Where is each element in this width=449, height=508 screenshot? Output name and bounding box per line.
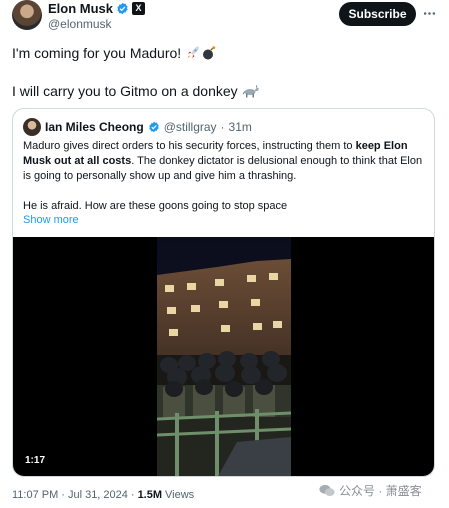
tweet-meta-footer: 11:07 PM · Jul 31, 2024 · 1.5M Views [12,489,194,501]
views-count: 1.5M [137,489,163,501]
more-options-icon[interactable] [422,6,437,21]
quoted-tweet-header: Ian Miles Cheong @stillgray · 31m [23,118,252,136]
tweet-text-line-2: I will carry you to Gitmo on a donkey [12,82,437,100]
watermark: 公众号 · 萧盛客 [319,482,422,499]
subscribe-button[interactable]: Subscribe [339,2,416,26]
views-label: Views [165,489,195,501]
quoted-author-handle[interactable]: @stillgray [164,120,217,134]
tweet-date[interactable]: Jul 31, 2024 [68,489,128,501]
tweet-header: Elon Musk X @elonmusk Subscribe [12,0,437,36]
verified-badge-icon [148,121,159,133]
video-duration: 1:17 [21,454,50,467]
quoted-text-part-1: Maduro gives direct orders to his securi… [23,140,356,152]
video-frame [157,237,291,476]
meta-separator: · [61,489,65,501]
tweet-time[interactable]: 11:07 PM [12,489,58,501]
watermark-text: 公众号 · 萧盛客 [339,484,422,498]
author-name[interactable]: Elon Musk [48,1,113,16]
tweet-text-2: I will carry you to Gitmo on a donkey [12,83,242,99]
rocket-emoji [187,46,200,59]
quoted-timestamp[interactable]: 31m [229,120,252,134]
quoted-author-avatar[interactable] [23,118,41,136]
quoted-separator: · [220,120,225,134]
donkey-emoji [242,84,259,98]
author-handle[interactable]: @elonmusk [48,17,112,31]
show-more-link[interactable]: Show more [23,214,79,226]
quoted-tweet-body: Maduro gives direct orders to his securi… [23,139,425,214]
quoted-paragraph-2: He is afraid. How are these goons going … [23,200,288,212]
tweet-text-1: I'm coming for you Maduro! [12,45,186,61]
author-name-row: Elon Musk X [48,0,146,16]
quoted-tweet[interactable]: Ian Miles Cheong @stillgray · 31m Maduro… [12,108,435,477]
verified-badge-icon [117,2,128,14]
video-player[interactable]: 1:17 [13,237,434,476]
wechat-logo-icon [319,484,335,496]
quoted-author-name[interactable]: Ian Miles Cheong [45,120,144,134]
meta-separator-2: · [130,489,135,501]
x-affiliate-badge-icon: X [132,1,146,15]
quoted-paragraph-1: Maduro gives direct orders to his securi… [23,139,425,184]
bomb-emoji [203,46,216,60]
tweet-text-line-1: I'm coming for you Maduro! [12,44,437,62]
author-avatar[interactable] [12,0,42,30]
video-thumbnail [157,237,291,476]
